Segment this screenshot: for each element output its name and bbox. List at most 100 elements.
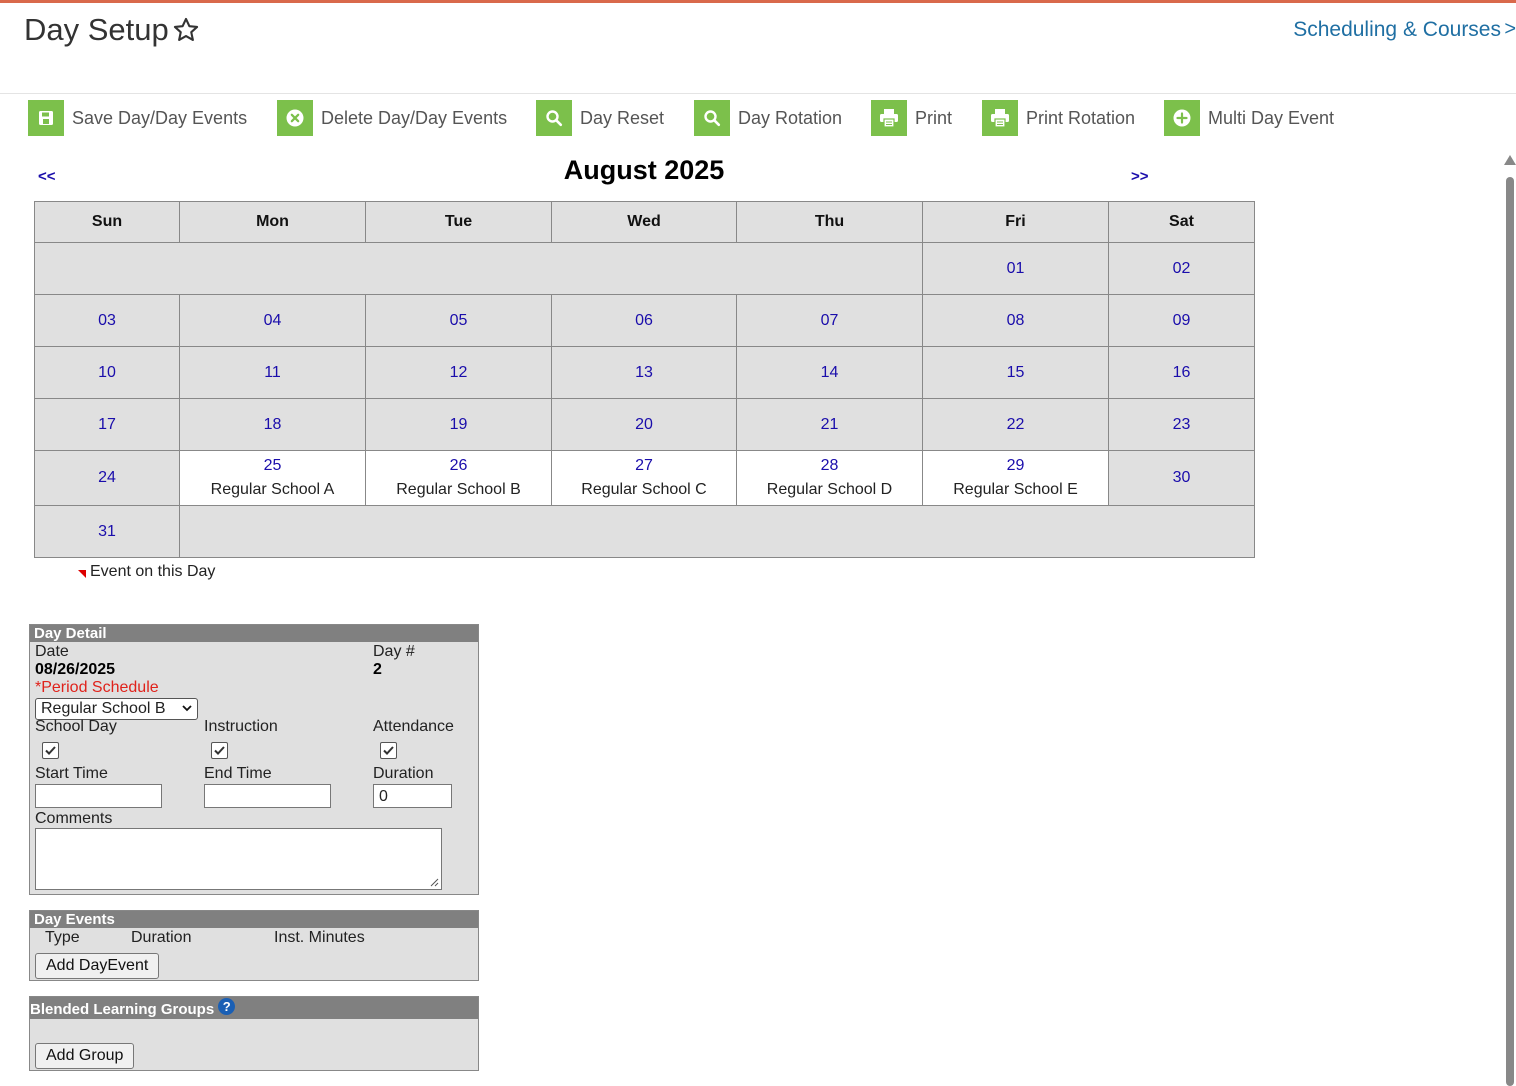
- period-schedule-selected: Regular School B: [41, 700, 166, 717]
- top-accent-bar: [0, 0, 1516, 3]
- calendar-day-13[interactable]: 13: [551, 346, 737, 399]
- scroll-up-icon[interactable]: [1504, 155, 1516, 165]
- calendar-day-26[interactable]: 26 Regular School B: [365, 450, 552, 506]
- multi-day-event-button[interactable]: Multi Day Event: [1164, 100, 1334, 136]
- calendar-day-01[interactable]: 01: [922, 242, 1109, 295]
- end-time-input[interactable]: [204, 784, 331, 808]
- day-rotation-button[interactable]: Day Rotation: [694, 100, 842, 136]
- day-number: 29: [1006, 457, 1025, 474]
- blended-learning-heading: Blended Learning Groups?: [30, 997, 478, 1019]
- calendar-day-08[interactable]: 08: [922, 294, 1109, 347]
- checkmark-icon: [45, 746, 56, 755]
- column-header-duration: Duration: [131, 929, 192, 946]
- checkmark-icon: [214, 746, 225, 755]
- save-day-events-button[interactable]: Save Day/Day Events: [28, 100, 247, 136]
- resize-handle-icon[interactable]: [429, 877, 439, 887]
- calendar-day-20[interactable]: 20: [551, 398, 737, 451]
- weekday-header-sun: Sun: [34, 201, 180, 243]
- calendar-day-30[interactable]: 30: [1108, 450, 1255, 506]
- star-icon[interactable]: [172, 16, 200, 44]
- calendar-day-03[interactable]: 03: [34, 294, 180, 347]
- calendar-day-15[interactable]: 15: [922, 346, 1109, 399]
- calendar-grid: Sun Mon Tue Wed Thu Fri Sat 01 02 03 04 …: [34, 201, 1255, 558]
- calendar-day-21[interactable]: 21: [736, 398, 923, 451]
- day-number: 27: [635, 457, 653, 474]
- calendar-day-22[interactable]: 22: [922, 398, 1109, 451]
- weekday-header-wed: Wed: [551, 201, 737, 243]
- calendar-day-02[interactable]: 02: [1108, 242, 1255, 295]
- help-icon[interactable]: ?: [218, 998, 236, 1015]
- add-day-event-button[interactable]: Add DayEvent: [35, 953, 160, 979]
- duration-input[interactable]: 0: [373, 784, 452, 808]
- start-time-label: Start Time: [35, 765, 108, 782]
- search-icon: [536, 100, 572, 136]
- day-events-panel: Day Events Type Duration Inst. Minutes A…: [29, 910, 479, 981]
- delete-icon: [277, 100, 313, 136]
- print-label: Print: [915, 107, 953, 128]
- date-label: Date: [35, 643, 69, 660]
- weekday-header-sat: Sat: [1108, 201, 1255, 243]
- calendar-day-19[interactable]: 19: [365, 398, 552, 451]
- end-time-label: End Time: [204, 765, 272, 782]
- weekday-header-mon: Mon: [179, 201, 366, 243]
- instruction-checkbox[interactable]: [211, 742, 228, 759]
- print-button[interactable]: Print: [871, 100, 952, 136]
- calendar-day-04[interactable]: 04: [179, 294, 366, 347]
- calendar-day-09[interactable]: 09: [1108, 294, 1255, 347]
- calendar-day-29[interactable]: 29 Regular School E: [922, 450, 1109, 506]
- day-rotation-label: Day Rotation: [738, 107, 843, 128]
- weekday-header-tue: Tue: [365, 201, 552, 243]
- next-month-link[interactable]: >>: [1131, 168, 1149, 185]
- delete-day-events-button[interactable]: Delete Day/Day Events: [277, 100, 507, 136]
- calendar-day-18[interactable]: 18: [179, 398, 366, 451]
- calendar-day-14[interactable]: 14: [736, 346, 923, 399]
- calendar-day-24[interactable]: 24: [34, 450, 180, 506]
- school-day-checkbox[interactable]: [42, 742, 59, 759]
- day-events-heading: Day Events: [30, 911, 478, 928]
- weekday-header-fri: Fri: [922, 201, 1109, 243]
- chevron-right-icon[interactable]: >: [1504, 18, 1516, 41]
- day-schedule-label: Regular School E: [953, 481, 1078, 498]
- day-schedule-label: Regular School B: [396, 481, 521, 498]
- calendar-day-31[interactable]: 31: [34, 505, 180, 558]
- period-schedule-select[interactable]: Regular School B: [35, 698, 198, 720]
- save-icon: [28, 100, 64, 136]
- calendar-day-25[interactable]: 25 Regular School A: [179, 450, 366, 506]
- attendance-checkbox[interactable]: [380, 742, 397, 759]
- day-number: 25: [263, 457, 282, 474]
- calendar-day-10[interactable]: 10: [34, 346, 180, 399]
- event-legend-label: Event on this Day: [90, 563, 216, 580]
- calendar-day-17[interactable]: 17: [34, 398, 180, 451]
- calendar-day-05[interactable]: 05: [365, 294, 552, 347]
- header-divider: [0, 93, 1516, 94]
- print-icon: [982, 100, 1018, 136]
- day-reset-button[interactable]: Day Reset: [536, 100, 664, 136]
- event-marker-icon: [78, 570, 86, 578]
- calendar-day-11[interactable]: 11: [179, 346, 366, 399]
- period-schedule-label: *Period Schedule: [35, 679, 159, 696]
- calendar-day-28[interactable]: 28 Regular School D: [736, 450, 923, 506]
- day-schedule-label: Regular School D: [766, 481, 893, 498]
- day-number-label: Day #: [373, 643, 415, 660]
- add-group-button[interactable]: Add Group: [35, 1043, 135, 1069]
- day-detail-heading: Day Detail: [30, 625, 478, 642]
- calendar-day-16[interactable]: 16: [1108, 346, 1255, 399]
- breadcrumb-scheduling-courses[interactable]: Scheduling & Courses: [1293, 18, 1501, 42]
- scrollbar-thumb[interactable]: [1506, 177, 1514, 1086]
- print-icon: [871, 100, 907, 136]
- event-legend: Event on this Day: [78, 563, 215, 581]
- calendar-day-23[interactable]: 23: [1108, 398, 1255, 451]
- calendar-day-07[interactable]: 07: [736, 294, 923, 347]
- calendar-day-06[interactable]: 06: [551, 294, 737, 347]
- day-schedule-label: Regular School A: [210, 481, 335, 498]
- checkmark-icon: [383, 746, 394, 755]
- print-rotation-button[interactable]: Print Rotation: [982, 100, 1135, 136]
- calendar-day-27[interactable]: 27 Regular School C: [551, 450, 737, 506]
- duration-label: Duration: [373, 765, 434, 782]
- vertical-scrollbar[interactable]: [1504, 155, 1516, 1086]
- comments-textarea[interactable]: [35, 828, 442, 890]
- calendar-day-12[interactable]: 12: [365, 346, 552, 399]
- weekday-header-thu: Thu: [736, 201, 923, 243]
- column-header-inst-minutes: Inst. Minutes: [274, 929, 365, 946]
- start-time-input[interactable]: [35, 784, 162, 808]
